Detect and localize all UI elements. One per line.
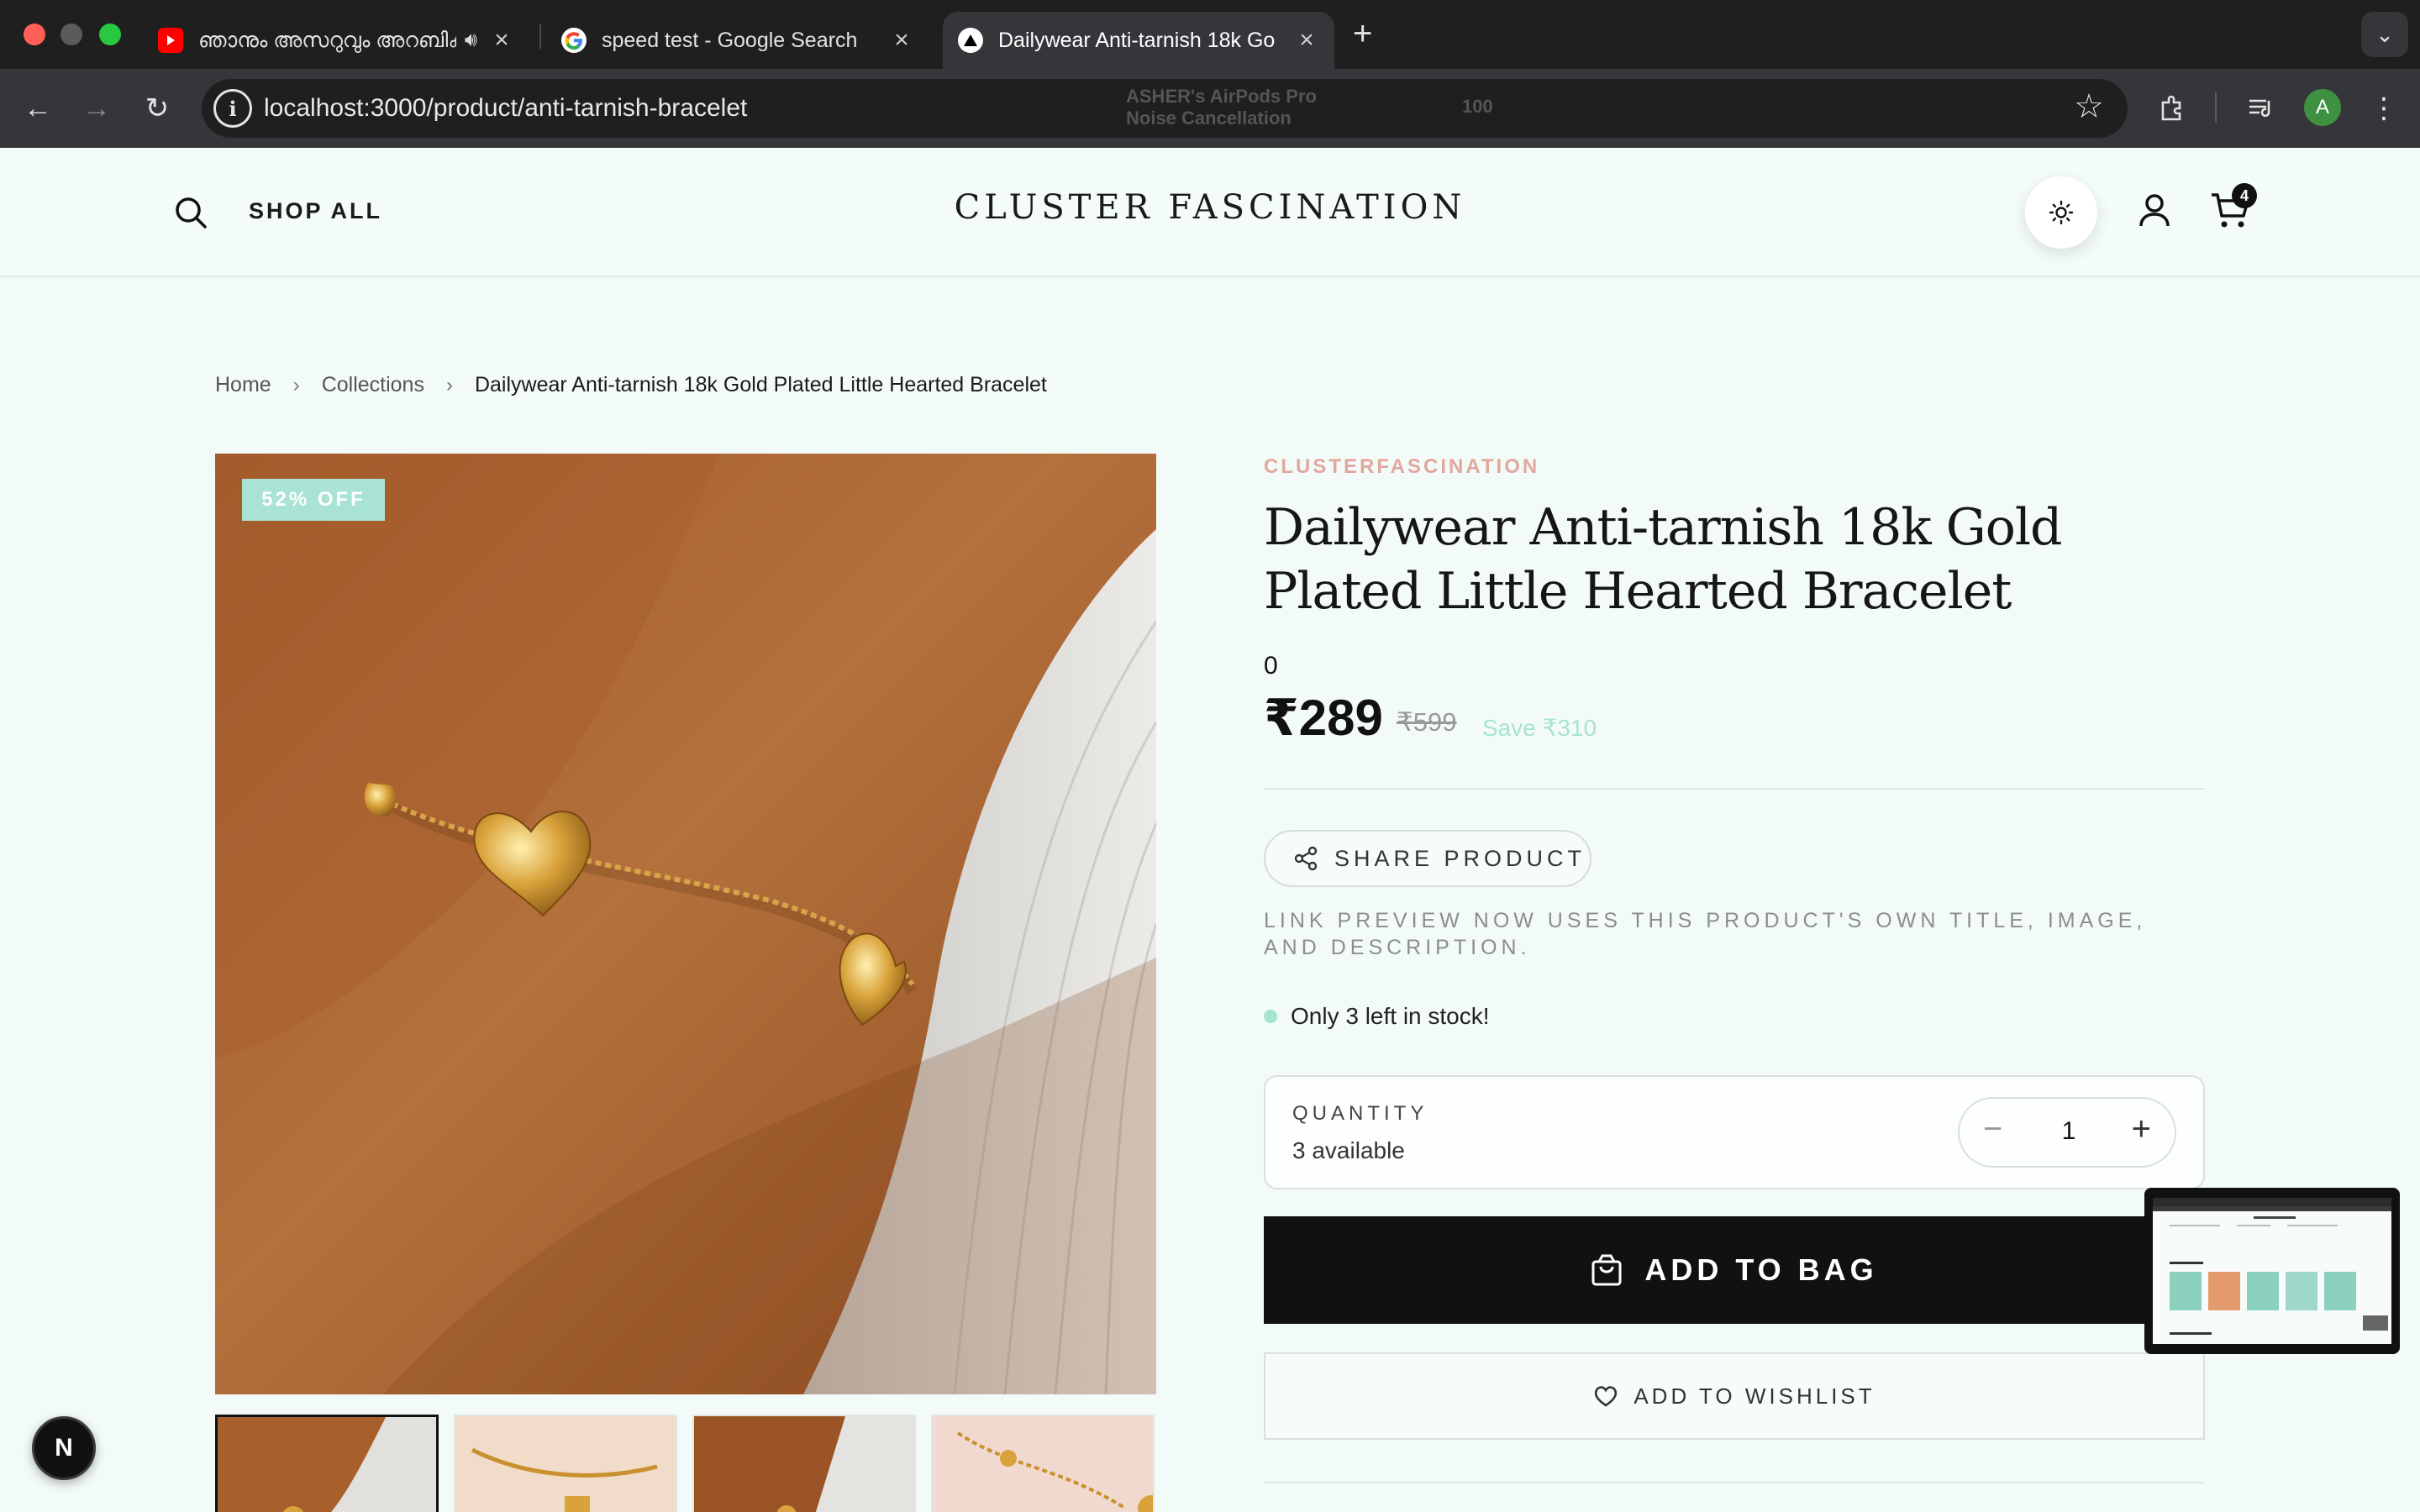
available-count: 3 available [1292,1137,1405,1163]
forward-icon[interactable]: → [76,87,118,129]
add-to-bag-label: ADD TO BAG [1644,1252,1878,1287]
close-tab-icon[interactable]: × [889,26,914,55]
browser-tab-google[interactable]: speed test - Google Search × [546,12,929,69]
browser-toolbar: ← → ↻ i localhost:3000/product/anti-tarn… [0,69,2420,148]
product-thumbnail[interactable] [692,1415,916,1512]
airpods-overlay-line: Noise Cancellation [1126,108,1292,129]
sun-icon [2049,200,2074,225]
quantity-label: QUANTITY [1292,1102,1428,1125]
new-tab-button[interactable]: + [1353,15,1372,53]
picture-in-picture-window[interactable] [2144,1188,2400,1354]
increment-button[interactable]: + [2132,1110,2151,1148]
airpods-overlay-line: ASHER's AirPods Pro [1126,86,1317,107]
browser-tab-active[interactable]: Dailywear Anti-tarnish 18k Go × [943,12,1334,69]
user-account-icon[interactable] [2136,192,2173,228]
close-tab-icon[interactable]: × [489,26,514,55]
quantity-stepper: − 1 + [1958,1097,2176,1168]
vercel-icon [958,28,983,53]
breadcrumb: Home › Collections › Dailywear Anti-tarn… [215,373,1047,397]
nextjs-dev-indicator[interactable]: N [32,1416,96,1480]
stock-status: Only 3 left in stock! [1291,1003,1490,1029]
divider [1264,1482,2205,1483]
tab-title: speed test - Google Search [602,28,858,52]
theme-toggle-button[interactable] [2025,176,2097,249]
quantity-panel: QUANTITY 3 available − 1 + [1264,1075,2205,1189]
chevron-right-icon: › [445,373,453,396]
discount-badge: 52% OFF [242,479,385,521]
tab-title: Dailywear Anti-tarnish 18k Go [998,28,1276,52]
share-icon [1294,846,1318,871]
add-to-bag-button[interactable]: ADD TO BAG [1264,1216,2205,1324]
cart-count-badge: 4 [2232,183,2257,208]
window-minimize-button[interactable] [60,24,82,45]
savings-text: Save ₹310 [1482,715,1597,741]
reload-icon[interactable]: ↻ [136,87,178,129]
divider [1264,788,2205,790]
site-header: SHOP ALL CLUSTER FASCINATION [0,148,2420,277]
stock-indicator-dot [1264,1010,1277,1023]
address-bar[interactable]: i localhost:3000/product/anti-tarnish-br… [202,79,2128,138]
breadcrumb-collections[interactable]: Collections [322,373,424,397]
speaker-icon[interactable]: 🔊︎ [465,29,477,52]
compare-at-price: ₹599 [1397,707,1457,737]
pip-preview [2153,1198,2391,1344]
browser-tab-youtube[interactable]: ഞാനും അസറുവും അറബിക് 🔊︎ × [143,12,529,69]
back-icon[interactable]: ← [17,87,59,129]
tab-title: ഞാനും അസറുവും അറബിക് [198,28,456,52]
product-main-image[interactable] [215,454,1156,1394]
product-vendor[interactable]: CLUSTERFASCINATION [1264,455,1539,479]
share-product-button[interactable]: SHARE PRODUCT [1264,830,1591,887]
airpods-overlay: ASHER's AirPods Pro Noise Cancellation [1126,86,1317,129]
toolbar-divider [2215,92,2217,123]
product-price: ₹289 [1264,690,1383,746]
add-to-wishlist-label: ADD TO WISHLIST [1634,1383,1876,1409]
url-text[interactable]: localhost:3000/product/anti-tarnish-brac… [264,94,747,123]
share-label: SHARE PRODUCT [1334,845,1586,871]
browser-menu-icon[interactable]: ⋮ [2361,86,2407,131]
product-title: Dailywear Anti-tarnish 18k Gold Plated L… [1264,498,2062,621]
tab-search-button[interactable]: ⌄ [2361,12,2408,57]
add-to-wishlist-button[interactable]: ADD TO WISHLIST [1264,1352,2205,1440]
product-thumbnail[interactable] [215,1415,439,1512]
share-preview-note: LINK PREVIEW NOW USES THIS PRODUCT'S OWN… [1264,909,2147,959]
shopping-bag-icon [1591,1254,1622,1286]
site-info-icon[interactable]: i [213,89,252,128]
google-icon [561,28,587,53]
heart-icon [1595,1386,1618,1407]
chevron-right-icon: › [292,373,300,396]
window-close-button[interactable] [24,24,45,45]
stray-zero-text: 0 [1264,652,1278,680]
extensions-icon[interactable] [2149,86,2195,131]
tab-divider [539,24,541,49]
breadcrumb-home[interactable]: Home [215,373,271,397]
window-maximize-button[interactable] [99,24,121,45]
youtube-icon [158,28,183,53]
product-thumbnail[interactable] [931,1415,1155,1512]
profile-avatar[interactable]: A [2304,89,2341,126]
breadcrumb-current: Dailywear Anti-tarnish 18k Gold Plated L… [474,373,1047,396]
airpods-level: 100 [1462,96,1493,117]
product-thumbnail[interactable] [454,1415,677,1512]
bookmark-star-icon[interactable]: ☆ [2074,87,2104,126]
media-control-icon[interactable] [2238,86,2284,131]
browser-tab-bar: ഞാനും അസറുവും അറബിക് 🔊︎ × speed test - G… [0,0,2420,69]
close-tab-icon[interactable]: × [1294,26,1319,55]
